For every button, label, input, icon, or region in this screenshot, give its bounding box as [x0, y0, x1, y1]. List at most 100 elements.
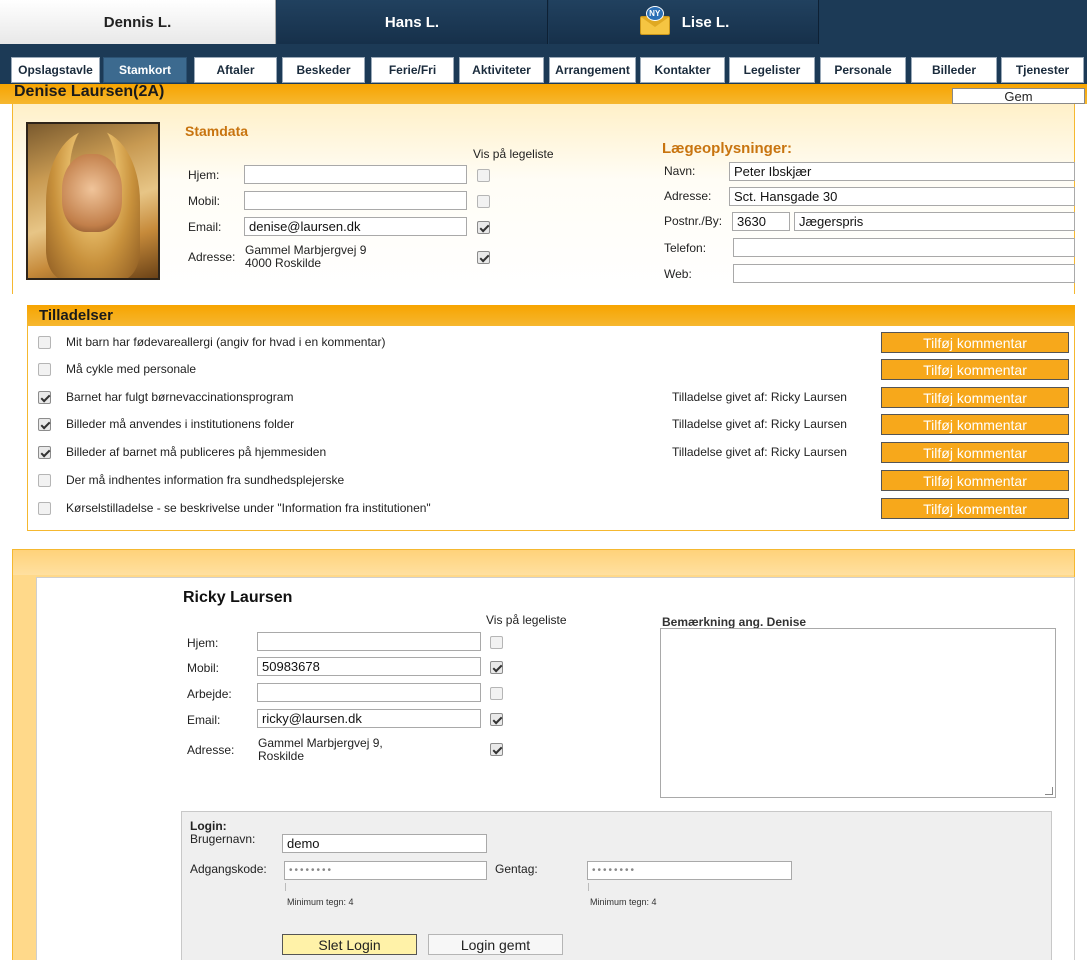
password-input[interactable]: •••••••• — [284, 861, 487, 880]
parent-name: Ricky Laursen — [183, 589, 293, 606]
parent-email-input[interactable]: ricky@laursen.dk — [257, 709, 481, 728]
add-comment-button[interactable]: Tilføj kommentar — [881, 332, 1069, 353]
email-label: Email: — [188, 220, 222, 234]
child-tab-label: Lise L. — [681, 13, 730, 31]
permission-row: Der må indhentes information fra sundhed… — [28, 468, 1076, 492]
tab-ferie-fri[interactable]: Ferie/Fri — [371, 57, 454, 83]
doctor-adresse-label: Adresse: — [664, 189, 712, 203]
parent-arbejde-input[interactable] — [257, 683, 481, 702]
permission-checkbox[interactable] — [38, 418, 51, 431]
main-navigation: Opslagstavle Stamkort Aftaler Beskeder F… — [0, 44, 1087, 84]
parent-adresse-vis-checkbox[interactable] — [490, 743, 503, 756]
permission-checkbox[interactable] — [38, 336, 51, 349]
repeat-min-hint: Minimum tegn: 4 — [590, 897, 657, 907]
permission-checkbox[interactable] — [38, 363, 51, 376]
parent-adresse-value: Gammel Marbjergvej 9, Roskilde — [258, 736, 383, 763]
child-tabs: Dennis L. Hans L. NY Lise L. — [0, 0, 1087, 44]
child-tab-label: Hans L. — [384, 13, 440, 31]
doctor-web-label: Web: — [664, 267, 692, 281]
parent-email-label: Email: — [187, 713, 221, 727]
doctor-by-input[interactable]: Jægerspris — [794, 212, 1075, 231]
tab-aktiviteter[interactable]: Aktiviteter — [459, 57, 544, 83]
tab-personale[interactable]: Personale — [820, 57, 906, 83]
doctor-postnr-input[interactable]: 3630 — [732, 212, 790, 231]
tab-arrangement[interactable]: Arrangement — [549, 57, 636, 83]
add-comment-button[interactable]: Tilføj kommentar — [881, 414, 1069, 435]
resize-handle-icon[interactable] — [1045, 787, 1053, 795]
doctor-web-input[interactable] — [733, 264, 1075, 283]
parent-hjem-vis-checkbox[interactable] — [490, 636, 503, 649]
save-button[interactable]: Gem — [952, 88, 1085, 104]
tab-legelister[interactable]: Legelister — [729, 57, 815, 83]
add-comment-button[interactable]: Tilføj kommentar — [881, 498, 1069, 519]
parent-mobil-label: Mobil: — [187, 661, 220, 675]
mobil-label: Mobil: — [188, 194, 221, 208]
parent-email-vis-checkbox[interactable] — [490, 713, 503, 726]
doctor-telefon-label: Telefon: — [664, 241, 707, 255]
permission-row: Mit barn har fødevareallergi (angiv for … — [28, 330, 1076, 354]
child-photo — [26, 122, 160, 280]
parent-vis-label: Vis på legeliste — [486, 613, 567, 627]
add-comment-button[interactable]: Tilføj kommentar — [881, 470, 1069, 491]
permission-row: Barnet har fulgt børnevaccinationsprogra… — [28, 385, 1076, 409]
doctor-heading: Lægeoplysninger: — [662, 140, 793, 157]
parent-mobil-vis-checkbox[interactable] — [490, 661, 503, 674]
email-vis-checkbox[interactable] — [477, 221, 490, 234]
child-tab-hans[interactable]: Hans L. — [277, 0, 548, 44]
add-comment-button[interactable]: Tilføj kommentar — [881, 442, 1069, 463]
doctor-navn-label: Navn: — [664, 164, 696, 178]
child-tab-label: Dennis L. — [103, 13, 172, 31]
permission-checkbox[interactable] — [38, 446, 51, 459]
add-comment-button[interactable]: Tilføj kommentar — [881, 387, 1069, 408]
tab-opslagstavle[interactable]: Opslagstavle — [11, 57, 100, 83]
parent-hjem-label: Hjem: — [187, 636, 219, 650]
password-strength-tick — [285, 883, 286, 891]
delete-login-button[interactable]: Slet Login — [282, 934, 417, 955]
parent-section-header — [13, 550, 1074, 575]
child-tab-dennis[interactable]: Dennis L. — [0, 0, 276, 44]
email-input[interactable]: denise@laursen.dk — [244, 217, 467, 236]
hjem-input[interactable] — [244, 165, 467, 184]
parent-arbejde-label: Arbejde: — [187, 687, 232, 701]
add-comment-button[interactable]: Tilføj kommentar — [881, 359, 1069, 380]
mobil-vis-checkbox[interactable] — [477, 195, 490, 208]
remark-textarea[interactable] — [660, 628, 1056, 798]
permission-checkbox[interactable] — [38, 474, 51, 487]
doctor-telefon-input[interactable] — [733, 238, 1075, 257]
parent-mobil-input[interactable]: 50983678 — [257, 657, 481, 676]
parent-arbejde-vis-checkbox[interactable] — [490, 687, 503, 700]
remark-label: Bemærkning ang. Denise — [662, 615, 807, 629]
child-tab-lise[interactable]: NY Lise L. — [549, 0, 819, 44]
title-bar: Denise Laursen(2A) — [0, 83, 1087, 104]
hjem-label: Hjem: — [188, 168, 220, 182]
username-input[interactable]: demo — [282, 834, 487, 853]
permission-checkbox[interactable] — [38, 391, 51, 404]
doctor-adresse-input[interactable]: Sct. Hansgade 30 — [729, 187, 1075, 206]
repeat-password-input[interactable]: •••••••• — [587, 861, 792, 880]
tab-aftaler[interactable]: Aftaler — [194, 57, 277, 83]
tab-tjenester[interactable]: Tjenester — [1001, 57, 1084, 83]
new-message-icon: NY — [638, 6, 674, 36]
tab-beskeder[interactable]: Beskeder — [282, 57, 365, 83]
repeat-label: Gentag: — [495, 862, 538, 876]
login-saved-button[interactable]: Login gemt — [428, 934, 563, 955]
repeat-strength-tick — [588, 883, 589, 891]
permission-row: Billeder af barnet må publiceres på hjem… — [28, 440, 1076, 464]
parent-hjem-input[interactable] — [257, 632, 481, 651]
tab-stamkort[interactable]: Stamkort — [103, 57, 187, 83]
mobil-input[interactable] — [244, 191, 467, 210]
permission-row: Må cykle med personale Tilføj kommentar — [28, 357, 1076, 381]
tab-billeder[interactable]: Billeder — [911, 57, 997, 83]
doctor-navn-input[interactable]: Peter Ibskjær — [729, 162, 1075, 181]
username-label: Brugernavn: — [190, 832, 256, 846]
adresse-vis-checkbox[interactable] — [477, 251, 490, 264]
parent-adresse-label: Adresse: — [187, 743, 235, 757]
vis-paa-legeliste-label: Vis på legeliste — [473, 147, 554, 161]
adresse-label: Adresse: — [188, 250, 236, 264]
permission-checkbox[interactable] — [38, 502, 51, 515]
hjem-vis-checkbox[interactable] — [477, 169, 490, 182]
stamdata-heading: Stamdata — [185, 123, 249, 139]
permissions-heading: Tilladelser — [27, 305, 1075, 326]
tab-kontakter[interactable]: Kontakter — [640, 57, 725, 83]
adresse-value: Gammel Marbjergvej 9 4000 Roskilde — [245, 243, 367, 270]
